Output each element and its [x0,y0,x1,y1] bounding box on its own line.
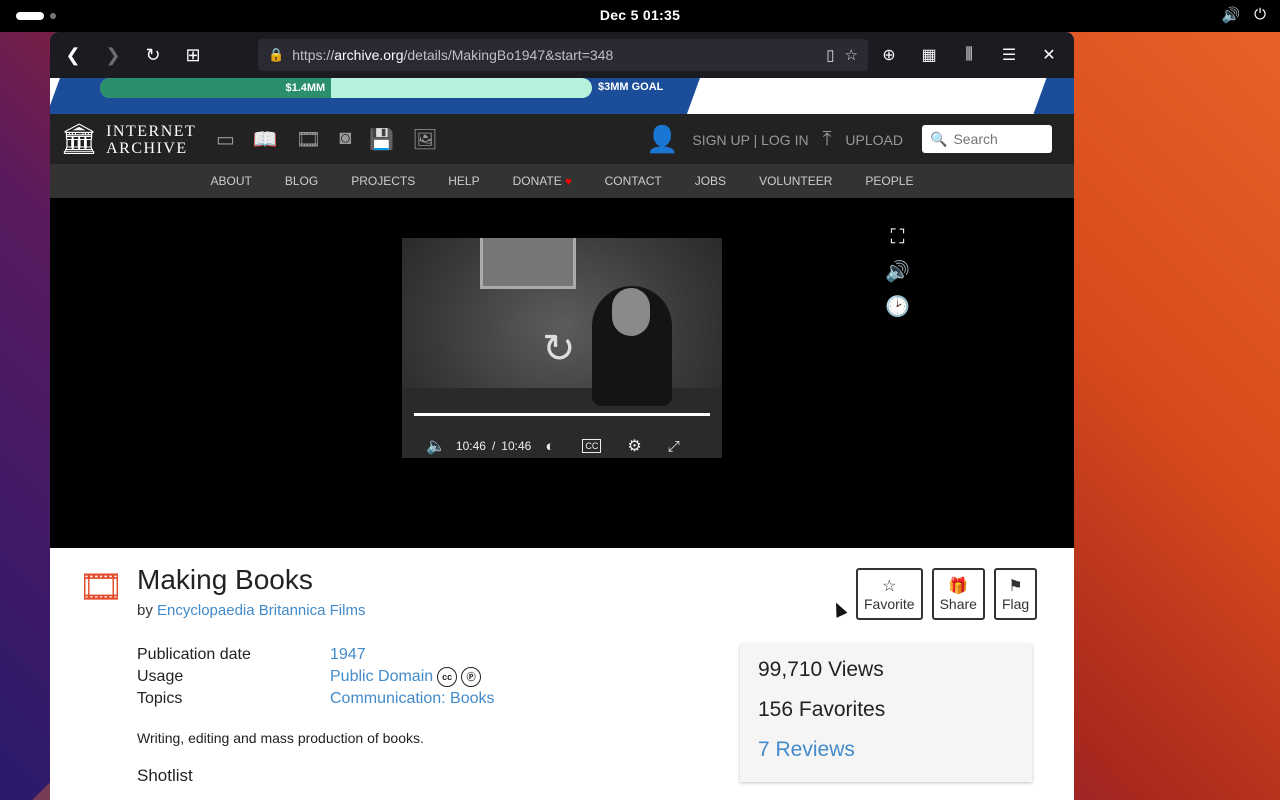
donation-progress-fill: $1.4MM [100,78,332,98]
replay-icon[interactable]: ↻ [542,326,576,372]
nav-volunteer[interactable]: VOLUNTEER [759,174,832,188]
settings-gear-icon[interactable]: ⚙ [627,436,641,456]
downloads-icon[interactable]: ⊕ [874,40,904,70]
reader-view-icon[interactable]: ▯ [826,46,834,64]
flag-icon: ⚑ [1008,578,1023,595]
flag-button[interactable]: ⚑ Flag [993,568,1038,620]
audio-speaker-icon[interactable]: ◙ [339,127,351,152]
heart-icon: ♥ [565,176,572,188]
reload-icon: ↻ [145,44,161,65]
metadata-fields: Publication date 1947 Usage Public Domain c… [137,646,495,708]
forward-arrow-icon: ❯ [105,44,121,65]
gift-icon: 🎁 [948,578,969,595]
back-arrow-icon: ❮ [65,44,81,65]
upload-link[interactable]: UPLOAD [845,132,903,148]
favorites-count: 156 Favorites [758,698,886,721]
mute-icon[interactable]: 🔈 [426,436,446,456]
signup-link[interactable]: SIGN UP [692,132,749,148]
new-tab-button[interactable]: ⊞ [178,40,208,70]
forward-button[interactable]: ❯ [98,40,128,70]
nav-blog[interactable]: BLOG [285,174,318,188]
web-icon[interactable]: ▭ [216,127,235,152]
main-nav: ABOUT BLOG PROJECTS HELP DONATE ♥ CONTAC… [50,164,1074,198]
duration: 10:46 [501,439,532,453]
back-button[interactable]: ❮ [58,40,88,70]
donation-goal: $3MM GOAL [598,81,664,93]
current-time: 10:46 [455,439,486,453]
lock-icon: 🔒 [268,47,285,62]
menu-icon[interactable]: ☰ [994,40,1024,70]
topics-link[interactable]: Communication: Books [330,690,495,708]
power-icon[interactable]: ⏻ [1254,6,1266,24]
plus-square-icon: ⊞ [185,44,201,65]
url-bar[interactable]: 🔒 https://archive.org/details/MakingBo19… [258,39,868,71]
item-title: Making Books [137,564,313,595]
item-metadata: 🎞 Making Books by Encyclopaedia Britanni… [50,548,1074,798]
site-search[interactable]: 🔍 [922,125,1052,153]
url-text[interactable]: https://archive.org/details/MakingBo1947… [292,47,613,63]
internet-archive-logo[interactable]: 🏛 INTERNET ARCHIVE [60,122,196,157]
images-icon[interactable]: 🖼 [412,127,437,152]
donation-banner[interactable]: $1.4MM $3MM GOAL [50,78,1074,114]
volume-icon[interactable]: 🔊 [1221,6,1240,24]
speaker-icon[interactable]: 🔊 [885,259,910,284]
site-header: 🏛 INTERNET ARCHIVE ▭ 📖 🎞 ◙ 💾 🖼 👤 SIGN UP … [50,114,1074,164]
item-byline: by Encyclopaedia Britannica Films [137,602,366,619]
bookmark-star-icon[interactable]: ☆ [845,46,858,64]
close-window-icon[interactable]: ✕ [1034,40,1064,70]
expand-icon[interactable]: ⛶ [890,226,904,249]
fullscreen-icon[interactable]: ⤢ [668,438,680,455]
library-icon[interactable]: ⫼ [954,40,984,70]
texts-book-icon[interactable]: 📖 [253,127,278,152]
upload-icon[interactable]: ⤒ [823,128,832,151]
browser-toolbar: ❮ ❯ ↻ ⊞ 🔒 https://archive.org/details/Ma… [50,32,1074,78]
nav-help[interactable]: HELP [448,174,479,188]
video-player-area: ↻ 🔈 10:46 / 10:46 ◐ CC ⚙ ⤢ ⛶ 🔊 🕑 [50,198,1074,548]
usage-link[interactable]: Public Domain [330,668,433,686]
captions-icon[interactable]: CC [582,439,602,453]
public-domain-icon[interactable]: Ⓟ [461,667,482,687]
video-progress-bar[interactable] [414,413,710,416]
extensions-icon[interactable]: ▦ [914,40,944,70]
reload-button[interactable]: ↻ [138,40,168,70]
nav-donate[interactable]: DONATE ♥ [513,174,572,188]
login-link[interactable]: LOG IN [761,132,808,148]
video-frame[interactable]: ↻ 🔈 10:46 / 10:46 ◐ CC ⚙ ⤢ [402,238,722,458]
contrast-icon[interactable]: ◐ [545,438,554,455]
reviews-link[interactable]: 7 Reviews [758,738,855,762]
clock-icon[interactable]: 🕑 [885,294,910,319]
creative-commons-icon[interactable]: cc [437,667,458,687]
nav-projects[interactable]: PROJECTS [351,174,415,188]
nav-contact[interactable]: CONTACT [605,174,662,188]
user-avatar-icon[interactable]: 👤 [646,124,678,155]
donation-progress-bar: $1.4MM [100,78,592,98]
system-clock[interactable]: Dec 5 01:35 [0,7,1280,23]
shotlist-heading: Shotlist [137,766,193,785]
archive-building-icon: 🏛 [60,123,99,156]
item-description: Writing, editing and mass production of … [137,730,424,746]
search-input[interactable] [951,130,1046,148]
nav-people[interactable]: PEOPLE [865,174,913,188]
pubdate-link[interactable]: 1947 [330,646,366,664]
nav-about[interactable]: ABOUT [211,174,252,188]
software-floppy-icon[interactable]: 💾 [369,127,394,152]
nav-jobs[interactable]: JOBS [695,174,726,188]
favorite-button[interactable]: ☆ Favorite [856,568,923,620]
film-strip-icon: 🎞 [78,566,124,607]
video-film-icon[interactable]: 🎞 [296,127,321,152]
share-button[interactable]: 🎁 Share [931,568,985,620]
browser-window: ❮ ❯ ↻ ⊞ 🔒 https://archive.org/details/Ma… [50,32,1074,800]
system-top-bar: Dec 5 01:35 🔊 ⏻ [0,0,1280,32]
creator-link[interactable]: Encyclopaedia Britannica Films [157,602,365,619]
item-stats: 99,710 Views 156 Favorites 7 Reviews [740,644,1032,782]
search-icon: 🔍 [930,130,948,147]
star-icon: ☆ [882,578,897,595]
views-count: 99,710 Views [758,658,884,681]
